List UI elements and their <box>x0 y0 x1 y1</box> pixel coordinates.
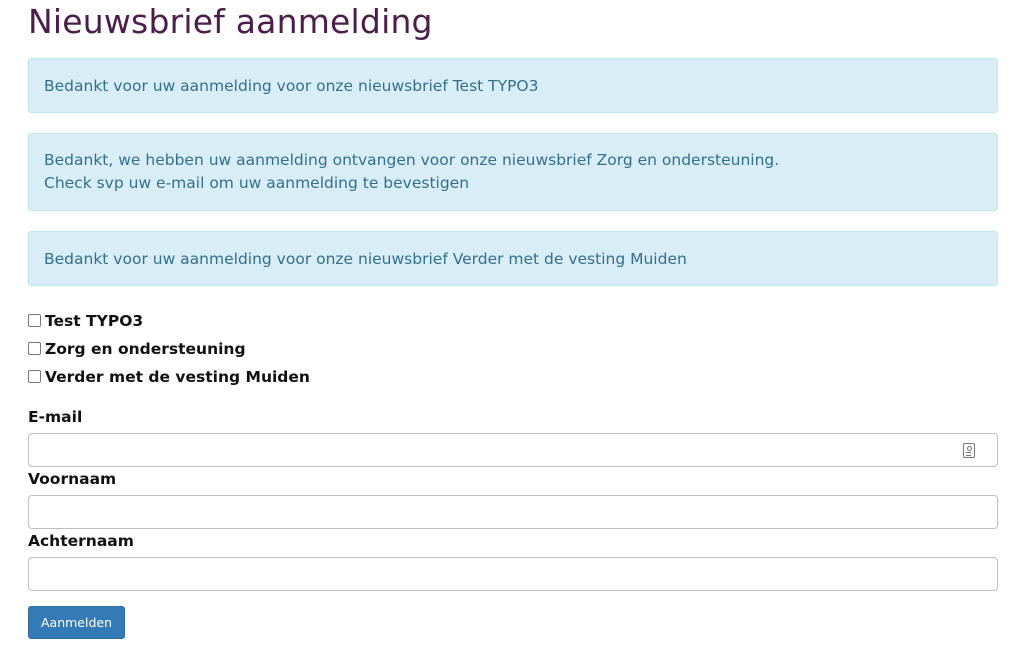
confirmation-alert-test-typo3: Bedankt voor uw aanmelding voor onze nie… <box>28 58 998 113</box>
checkbox[interactable] <box>28 341 41 355</box>
newsletter-option-test-typo3[interactable]: Test TYPO3 <box>28 307 998 335</box>
checkbox[interactable] <box>28 369 41 383</box>
lastname-label: Achternaam <box>28 532 134 550</box>
confirmation-alert-zorg: Bedankt, we hebben uw aanmelding ontvang… <box>28 133 998 211</box>
alert-text: Bedankt voor uw aanmelding voor onze nie… <box>44 250 687 268</box>
newsletter-signup-page: Nieuwsbrief aanmelding Bedankt voor uw a… <box>28 0 998 639</box>
newsletter-option-zorg[interactable]: Zorg en ondersteuning <box>28 335 998 363</box>
checkbox-label: Test TYPO3 <box>45 312 144 330</box>
alert-text: Bedankt, we hebben uw aanmelding ontvang… <box>44 151 780 169</box>
lastname-field[interactable] <box>28 557 998 591</box>
subscribe-button[interactable]: Aanmelden <box>28 606 126 639</box>
contact-card-icon[interactable] <box>963 443 975 458</box>
confirmation-alert-vesting-muiden: Bedankt voor uw aanmelding voor onze nie… <box>28 231 998 286</box>
alert-text: Check svp uw e-mail om uw aanmelding te … <box>44 174 470 192</box>
firstname-field[interactable] <box>28 495 998 529</box>
checkbox-label: Zorg en ondersteuning <box>45 340 246 358</box>
alert-text: Bedankt voor uw aanmelding voor onze nie… <box>44 77 539 95</box>
newsletter-checkbox-list: Test TYPO3 Zorg en ondersteuning Verder … <box>28 307 998 391</box>
page-title: Nieuwsbrief aanmelding <box>28 2 433 41</box>
checkbox-label: Verder met de vesting Muiden <box>45 368 310 386</box>
newsletter-option-vesting-muiden[interactable]: Verder met de vesting Muiden <box>28 363 998 391</box>
email-label: E-mail <box>28 408 83 426</box>
checkbox[interactable] <box>28 313 41 327</box>
email-field[interactable] <box>28 433 998 467</box>
firstname-label: Voornaam <box>28 470 117 488</box>
